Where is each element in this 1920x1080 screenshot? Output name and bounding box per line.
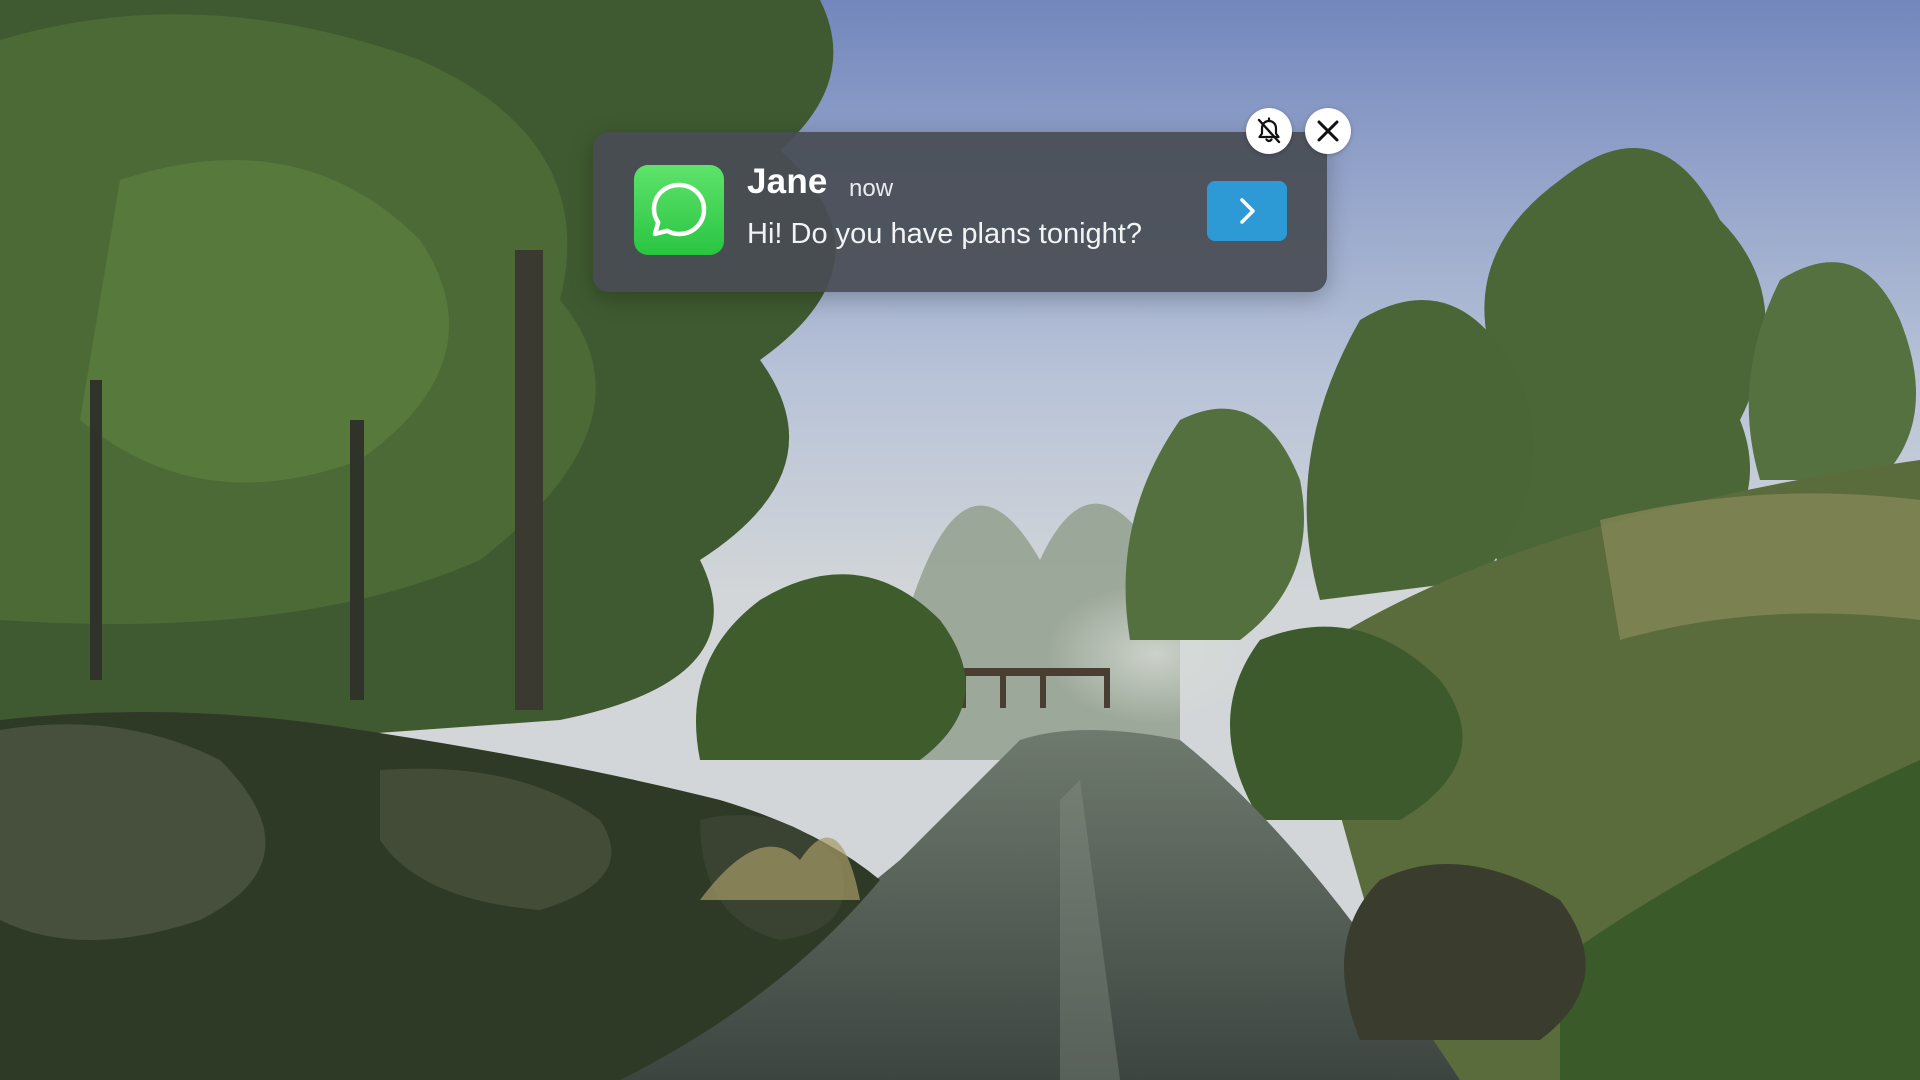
close-icon <box>1317 120 1339 142</box>
notification-time: now <box>849 175 894 202</box>
message-notification[interactable]: Jane now Hi! Do you have plans tonight? <box>593 132 1327 292</box>
chevron-right-icon <box>1240 198 1255 224</box>
dismiss-notification-button[interactable] <box>1305 108 1351 154</box>
sender-name: Jane <box>747 162 828 201</box>
message-preview: Hi! Do you have plans tonight? <box>747 218 1142 250</box>
whatsapp-icon <box>634 165 724 255</box>
open-message-button[interactable] <box>1207 181 1287 241</box>
bell-off-icon <box>1257 117 1281 144</box>
desktop-background: Jane now Hi! Do you have plans tonight? <box>0 0 1920 1080</box>
mute-notifications-button[interactable] <box>1246 108 1292 154</box>
